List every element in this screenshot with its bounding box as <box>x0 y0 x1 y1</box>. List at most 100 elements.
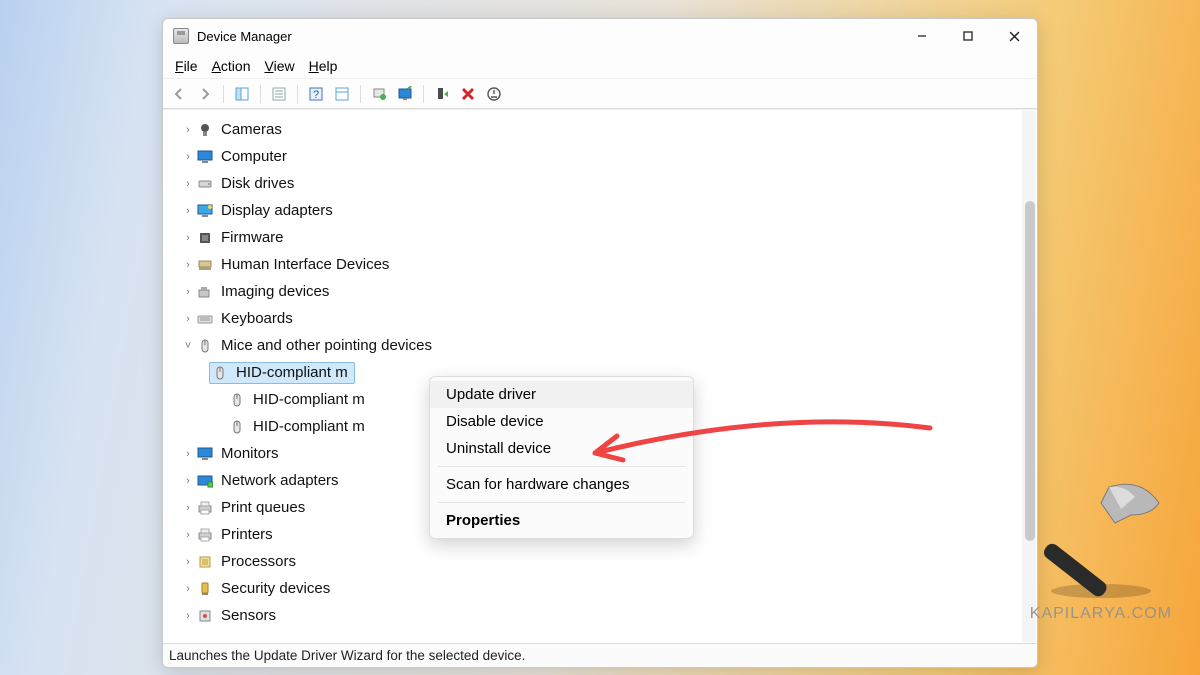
monitor-icon <box>197 149 213 165</box>
chevron-icon[interactable]: › <box>179 610 197 622</box>
toolbar-separator <box>360 85 361 103</box>
device-tree[interactable]: › Cameras › Computer › Disk drives › Display ad… <box>163 110 1037 635</box>
mouse-icon <box>229 419 245 435</box>
tree-category[interactable]: › Cameras <box>167 116 1037 143</box>
chevron-icon[interactable]: › <box>179 124 197 136</box>
toolbar-update-driver-icon[interactable] <box>369 84 389 104</box>
context-menu: Update driverDisable deviceUninstall dev… <box>429 376 694 539</box>
svg-text:?: ? <box>313 89 319 101</box>
tree-category[interactable]: › Imaging devices <box>167 278 1037 305</box>
monitor-icon <box>197 446 213 462</box>
app-icon <box>173 28 189 44</box>
toolbar-show-hide-tree[interactable] <box>232 84 252 104</box>
printer-icon <box>197 500 213 516</box>
device-label: HID-compliant m <box>253 418 365 435</box>
watermark: KAPILARYA.COM <box>1030 469 1172 623</box>
context-menu-item[interactable]: Disable device <box>430 408 693 435</box>
chevron-icon[interactable]: › <box>179 232 197 244</box>
watermark-text: KAPILARYA.COM <box>1030 605 1172 623</box>
category-label: Imaging devices <box>221 283 329 300</box>
toolbar-separator <box>423 85 424 103</box>
context-menu-item[interactable]: Properties <box>430 507 693 534</box>
toolbar-back[interactable] <box>169 84 189 104</box>
menu-action[interactable]: Action <box>206 56 257 76</box>
camera-icon <box>197 122 213 138</box>
category-label: Monitors <box>221 445 279 462</box>
network-icon <box>197 473 213 489</box>
toolbar-enable-icon[interactable] <box>432 84 452 104</box>
minimize-button[interactable] <box>899 19 945 53</box>
tree-category[interactable]: ›Human Interface Devices <box>167 251 1037 278</box>
menu-help[interactable]: Help <box>303 56 344 76</box>
toolbar-action-icon[interactable] <box>332 84 352 104</box>
tree-category[interactable]: ˅ Mice and other pointing devices <box>167 332 1037 359</box>
tree-category[interactable]: › Security devices <box>167 575 1037 602</box>
chevron-icon[interactable]: › <box>179 475 197 487</box>
tree-category[interactable]: ›Keyboards <box>167 305 1037 332</box>
context-menu-item[interactable]: Update driver <box>430 381 693 408</box>
toolbar-uninstall-icon[interactable] <box>458 84 478 104</box>
firmware-icon <box>197 230 213 246</box>
cpu-icon <box>197 554 213 570</box>
menu-file[interactable]: File <box>169 56 204 76</box>
status-text: Launches the Update Driver Wizard for th… <box>169 648 525 663</box>
chevron-icon[interactable]: › <box>179 556 197 568</box>
category-label: Disk drives <box>221 175 294 192</box>
chevron-icon[interactable]: › <box>179 448 197 460</box>
toolbar-separator <box>223 85 224 103</box>
toolbar: ? <box>163 79 1037 109</box>
keyboard-icon <box>197 311 213 327</box>
hammer-icon <box>1031 469 1171 599</box>
chevron-icon[interactable]: › <box>179 151 197 163</box>
category-label: Network adapters <box>221 472 339 489</box>
tree-category[interactable]: › Computer <box>167 143 1037 170</box>
menu-view[interactable]: View <box>259 56 301 76</box>
tree-category[interactable]: › Disk drives <box>167 170 1037 197</box>
mouse-icon <box>212 365 228 381</box>
context-menu-item[interactable]: Uninstall device <box>430 435 693 462</box>
tree-category[interactable]: › Processors <box>167 548 1037 575</box>
chevron-icon[interactable]: › <box>179 313 197 325</box>
mouse-icon <box>197 338 213 354</box>
chevron-icon[interactable]: › <box>179 529 197 541</box>
close-button[interactable] <box>991 19 1037 53</box>
category-label: Mice and other pointing devices <box>221 337 432 354</box>
tree-item-selected[interactable]: HID-compliant m <box>209 362 355 384</box>
chevron-icon[interactable]: ˅ <box>179 340 197 352</box>
mouse-icon <box>229 392 245 408</box>
menubar: File Action View Help <box>163 53 1037 79</box>
category-label: Printers <box>221 526 273 543</box>
hid-icon <box>197 257 213 273</box>
category-label: Security devices <box>221 580 330 597</box>
disk-icon <box>197 176 213 192</box>
toolbar-scan-hardware-icon[interactable] <box>395 84 415 104</box>
tree-category[interactable]: › Display adapters <box>167 197 1037 224</box>
toolbar-disable-icon[interactable] <box>484 84 504 104</box>
chevron-icon[interactable]: › <box>179 286 197 298</box>
category-label: Print queues <box>221 499 305 516</box>
context-menu-item[interactable]: Scan for hardware changes <box>430 471 693 498</box>
toolbar-forward[interactable] <box>195 84 215 104</box>
sensor-icon <box>197 608 213 624</box>
category-label: Computer <box>221 148 287 165</box>
category-label: Display adapters <box>221 202 333 219</box>
chevron-icon[interactable]: › <box>179 502 197 514</box>
category-label: Processors <box>221 553 296 570</box>
device-label: HID-compliant m <box>253 391 365 408</box>
toolbar-separator <box>297 85 298 103</box>
toolbar-help-icon[interactable]: ? <box>306 84 326 104</box>
category-label: Cameras <box>221 121 282 138</box>
device-label: HID-compliant m <box>236 364 348 381</box>
chevron-icon[interactable]: › <box>179 178 197 190</box>
context-menu-separator <box>438 502 685 503</box>
display-icon <box>197 203 213 219</box>
chevron-icon[interactable]: › <box>179 259 197 271</box>
titlebar[interactable]: Device Manager <box>163 19 1037 53</box>
tree-category[interactable]: ›Firmware <box>167 224 1037 251</box>
chevron-icon[interactable]: › <box>179 205 197 217</box>
imaging-icon <box>197 284 213 300</box>
maximize-button[interactable] <box>945 19 991 53</box>
tree-category[interactable]: ›Sensors <box>167 602 1037 629</box>
toolbar-properties[interactable] <box>269 84 289 104</box>
chevron-icon[interactable]: › <box>179 583 197 595</box>
